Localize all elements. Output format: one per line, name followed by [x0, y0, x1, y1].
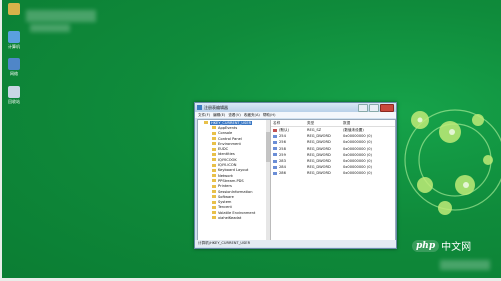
watermark-suffix: 中文网: [441, 242, 472, 253]
dword-value-icon: [273, 171, 277, 175]
dword-value-icon: [273, 134, 277, 138]
desktop-icon-computer[interactable]: 计算机: [3, 31, 25, 50]
folder-icon: [212, 126, 216, 130]
folder-icon: [212, 142, 216, 146]
registry-tree: HKEY_CURRENT_USER AppEvents Console Cont…: [198, 120, 271, 240]
menu-file[interactable]: 文件(F): [198, 113, 210, 118]
computer-icon: [8, 31, 20, 43]
folder-icon: [212, 152, 216, 156]
menu-edit[interactable]: 编辑(E): [213, 113, 225, 118]
editor-panes: HKEY_CURRENT_USER AppEvents Console Cont…: [197, 119, 396, 241]
desktop-icon-label: 网络: [10, 71, 18, 76]
folder-icon: [8, 3, 20, 15]
tree-item[interactable]: xiaheiKeadat: [198, 215, 270, 220]
window-title: 注册表编辑器: [204, 104, 228, 110]
folder-icon: [212, 195, 216, 199]
php-watermark: php 中文网: [412, 238, 471, 253]
desktop-icon-label: 回收站: [8, 99, 20, 104]
folder-icon: [212, 131, 216, 135]
dword-value-icon: [273, 147, 277, 151]
values-list: 名称 类型 数据 (默认) REG_SZ (数值未设置) 254 REG_DWO…: [271, 120, 395, 240]
folder-icon: [212, 184, 216, 188]
window-titlebar[interactable]: 注册表编辑器: [195, 103, 396, 112]
maximize-button[interactable]: [369, 103, 379, 112]
dword-value-icon: [273, 159, 277, 163]
registry-editor-window[interactable]: 注册表编辑器 文件(F) 编辑(E) 查看(V) 收藏夹(A) 帮助(H) HK…: [194, 102, 397, 249]
folder-icon: [212, 174, 216, 178]
folder-icon: [212, 179, 216, 183]
dword-value-icon: [273, 165, 277, 169]
registry-editor-icon: [197, 105, 202, 110]
folder-icon: [212, 211, 216, 215]
string-value-icon: [273, 128, 277, 132]
blurred-region: [30, 24, 70, 32]
folder-icon: [212, 168, 216, 172]
value-row[interactable]: 286 REG_DWORD 0x00000000 (0): [271, 170, 395, 176]
recycle-bin-icon: [8, 86, 20, 98]
desktop-icon-folder[interactable]: [3, 3, 25, 15]
network-icon: [8, 58, 20, 70]
column-data-header[interactable]: 数据: [343, 121, 395, 126]
folder-icon: [212, 137, 216, 141]
column-type-header[interactable]: 类型: [307, 121, 343, 126]
menu-help[interactable]: 帮助(H): [263, 113, 276, 118]
desktop-icon-recycle-bin[interactable]: 回收站: [3, 86, 25, 105]
folder-icon: [212, 147, 216, 151]
minimize-button[interactable]: [358, 103, 368, 112]
scrollbar-thumb[interactable]: [266, 132, 270, 162]
blurred-region: [440, 260, 490, 270]
folder-icon: [204, 121, 208, 125]
blurred-region: [26, 10, 96, 22]
folder-icon: [212, 163, 216, 167]
folder-icon: [212, 205, 216, 209]
values-header: 名称 类型 数据: [271, 120, 395, 127]
folder-icon: [212, 216, 216, 220]
folder-icon: [212, 200, 216, 204]
dword-value-icon: [273, 140, 277, 144]
menu-favorites[interactable]: 收藏夹(A): [244, 113, 260, 118]
menu-bar: 文件(F) 编辑(E) 查看(V) 收藏夹(A) 帮助(H): [195, 112, 396, 118]
desktop-icon-network[interactable]: 网络: [3, 58, 25, 77]
frame-edge-left: [0, 0, 2, 281]
watermark-brand: php: [412, 239, 440, 252]
folder-icon: [212, 158, 216, 162]
column-name-header[interactable]: 名称: [271, 121, 307, 126]
dword-value-icon: [273, 153, 277, 157]
tree-scrollbar[interactable]: [266, 120, 270, 240]
menu-view[interactable]: 查看(V): [228, 113, 240, 118]
folder-icon: [212, 190, 216, 193]
desktop-icon-label: 计算机: [8, 44, 20, 49]
status-bar: 计算机\HKEY_CURRENT_USER: [195, 240, 396, 247]
close-button[interactable]: [380, 103, 394, 112]
